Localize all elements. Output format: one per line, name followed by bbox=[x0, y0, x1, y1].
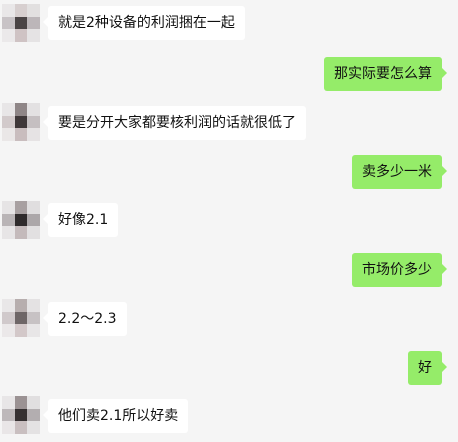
avatar[interactable] bbox=[2, 299, 40, 337]
message-bubble-outgoing[interactable]: 卖多少一米 bbox=[352, 155, 447, 189]
message-bubble-incoming[interactable]: 2.2～2.3 bbox=[43, 302, 127, 336]
avatar[interactable] bbox=[2, 201, 40, 239]
message-bubble-incoming[interactable]: 好像2.1 bbox=[42, 203, 119, 237]
message-bubble-outgoing[interactable]: 市场价多少 bbox=[352, 253, 447, 287]
avatar[interactable] bbox=[2, 103, 40, 141]
avatar[interactable] bbox=[2, 4, 40, 42]
message-bubble-incoming[interactable]: 他们卖2.1所以好卖 bbox=[42, 399, 189, 433]
message-bubble-outgoing[interactable]: 好 bbox=[408, 351, 447, 385]
message-bubble-outgoing[interactable]: 那实际要怎么算 bbox=[324, 57, 447, 91]
message-bubble-incoming[interactable]: 就是2种设备的利润捆在一起 bbox=[43, 6, 245, 40]
message-bubble-incoming[interactable]: 要是分开大家都要核利润的话就很低了 bbox=[43, 106, 306, 140]
avatar[interactable] bbox=[2, 396, 40, 434]
